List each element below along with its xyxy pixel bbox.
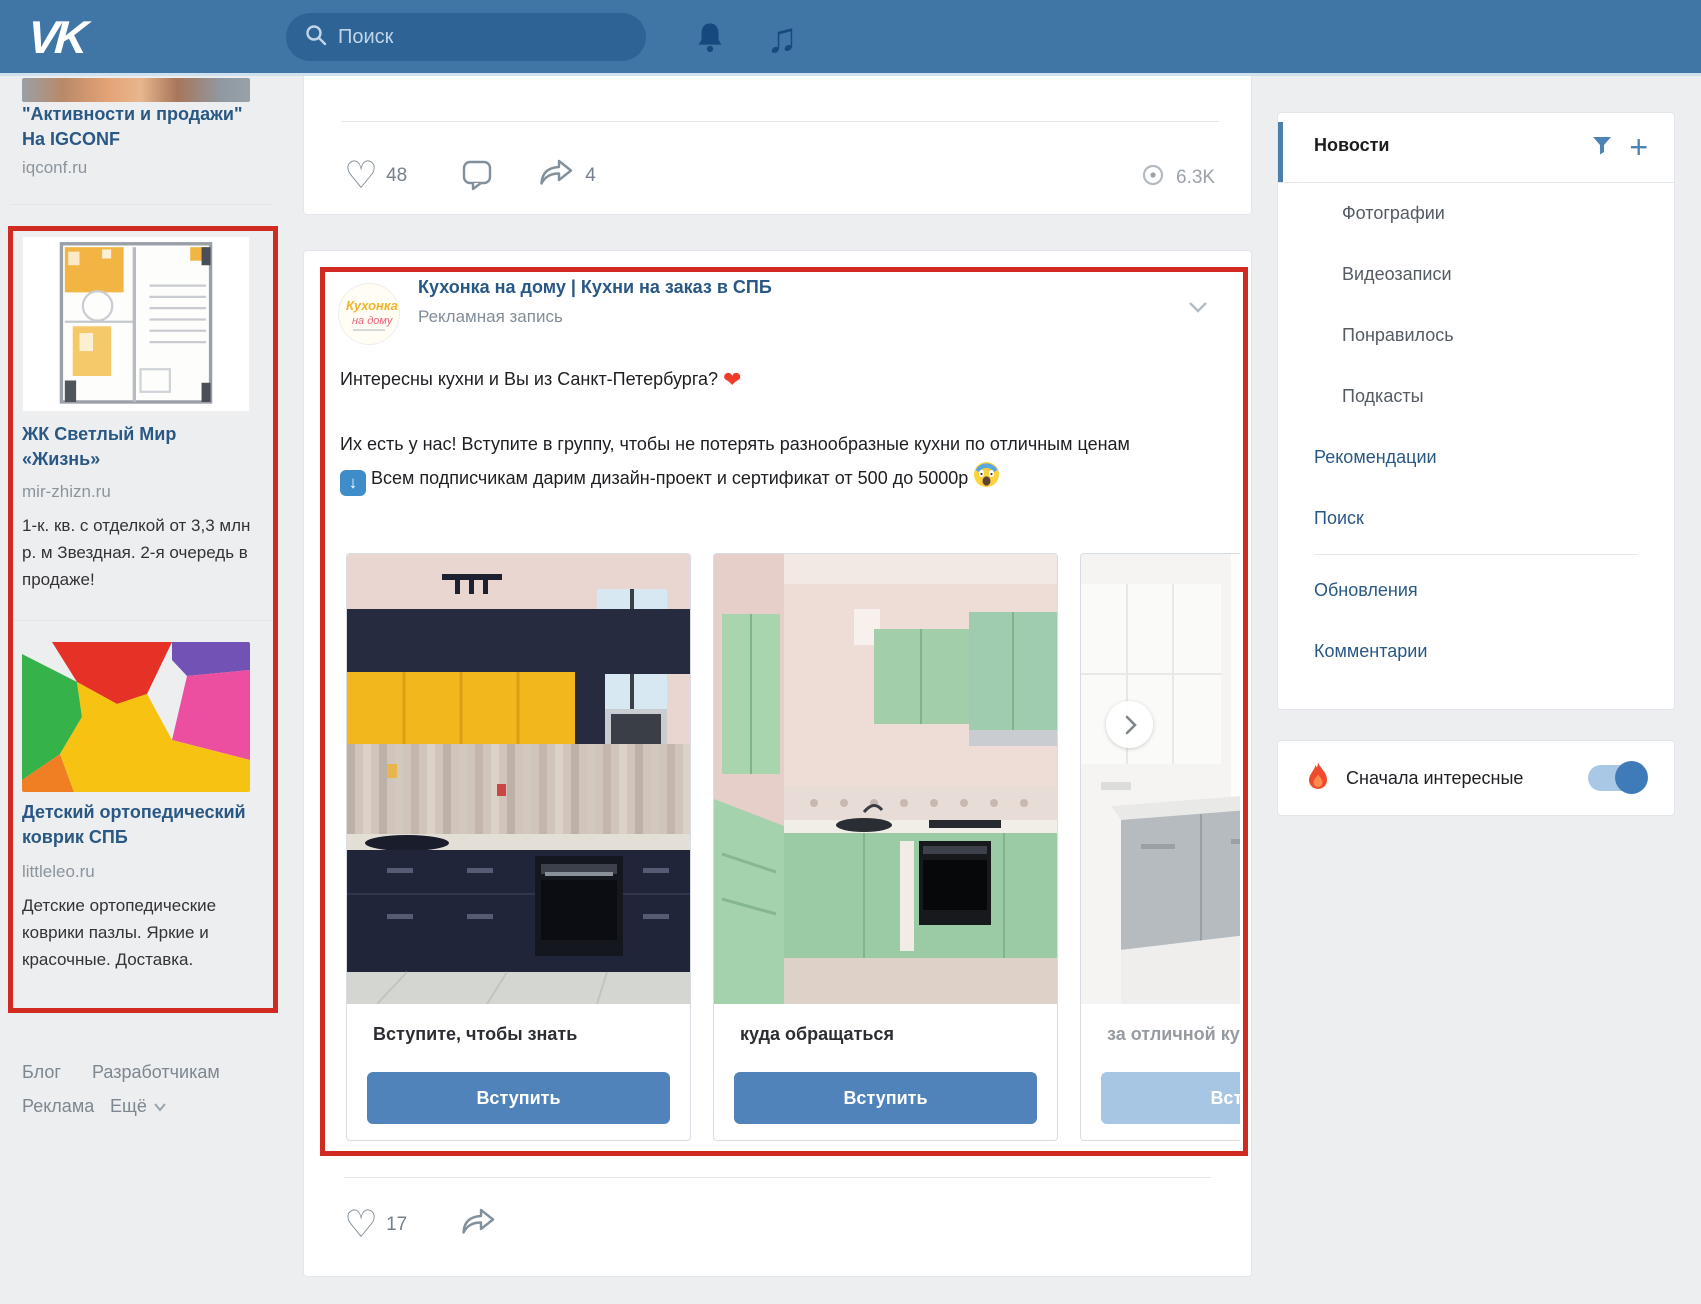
news-nav-list: Фотографии Видеозаписи Понравилось Подка…: [1278, 183, 1674, 682]
nav-item-photos[interactable]: Фотографии: [1278, 183, 1674, 244]
post-ad-label: Рекламная запись: [418, 307, 563, 327]
divider: [1314, 554, 1638, 555]
ad-title-line: коврик СПБ: [22, 825, 270, 850]
vk-logo[interactable]: VK: [26, 10, 86, 64]
ad-text: 1-к. кв. с отделкой от 3,3 млн р. м Звез…: [22, 512, 266, 593]
carousel-caption: за отличной кухней: [1107, 1024, 1240, 1045]
interesting-first-label: Сначала интересные: [1346, 768, 1523, 789]
nav-item-podcasts[interactable]: Подкасты: [1278, 366, 1674, 427]
ad-title-zhk[interactable]: ЖК Светлый Мир «Жизнь»: [22, 422, 270, 472]
red-heart-emoji: ❤: [723, 363, 741, 396]
like-icon[interactable]: ♡: [344, 1206, 378, 1244]
sponsored-post: Кухонка на дому Кухонка на дому | Кухни …: [303, 250, 1252, 1277]
filter-icon[interactable]: [1591, 134, 1613, 161]
comment-icon[interactable]: [459, 156, 495, 197]
ad-domain: mir-zhizn.ru: [22, 482, 111, 502]
toggle-knob: [1615, 761, 1648, 794]
join-button[interactable]: Вступить: [367, 1072, 670, 1124]
interesting-first-toggle[interactable]: [1588, 765, 1646, 791]
nav-item-search[interactable]: Поиск: [1278, 488, 1674, 549]
share-icon[interactable]: [537, 156, 577, 197]
svg-text:на дому: на дому: [352, 315, 394, 327]
carousel-caption: куда обращаться: [740, 1024, 1031, 1045]
news-nav-header: Новости +: [1278, 113, 1674, 183]
like-count: 17: [386, 1214, 407, 1236]
chevron-down-icon[interactable]: [152, 1098, 168, 1119]
ad-title-line: На IGCONF: [22, 127, 270, 152]
footer-link-ads[interactable]: Реклама: [22, 1096, 94, 1117]
join-button[interactable]: Вступить: [734, 1072, 1037, 1124]
ad-image-puzzle-mat[interactable]: [22, 642, 250, 792]
news-nav-card: Новости + Фотографии Видеозаписи Понрави…: [1277, 112, 1675, 710]
kitchen-photo-mint[interactable]: [714, 554, 1057, 1004]
down-arrow-emoji: ↓: [340, 470, 366, 496]
share-count: 4: [585, 165, 596, 187]
divider: [344, 1177, 1211, 1178]
post-text-line: Всем подписчикам дарим дизайн-проект и с…: [371, 468, 968, 488]
like-count: 48: [386, 165, 407, 187]
active-item-accent: [1278, 122, 1283, 182]
group-avatar[interactable]: Кухонка на дому: [338, 283, 400, 345]
search-bar[interactable]: [286, 13, 646, 61]
ad-title-line: «Жизнь»: [22, 447, 270, 472]
nav-item-news[interactable]: Новости: [1314, 135, 1389, 156]
svg-text:Кухонка: Кухонка: [346, 298, 398, 313]
post-text-line: Их есть у нас! Вступите в группу, чтобы …: [340, 434, 1130, 454]
views-icon: [1140, 162, 1166, 194]
screaming-face-emoji: [973, 461, 1000, 499]
search-input[interactable]: [338, 26, 608, 49]
ad-text: Детские ортопедические коврики пазлы. Яр…: [22, 892, 266, 973]
kitchen-photo-white[interactable]: [1081, 554, 1240, 1004]
feed-post-top: ♡ 48 4 6.3K: [303, 62, 1252, 215]
post-menu-chevron-icon[interactable]: [1184, 295, 1212, 324]
notifications-bell-icon[interactable]: [688, 16, 732, 60]
carousel-caption: Вступите, чтобы знать: [373, 1024, 664, 1045]
ad-title-igconf[interactable]: "Активности и продажи" На IGCONF: [22, 102, 270, 152]
vk-page: VK ♫ "Активности и продажи" На IGCONF iq…: [0, 0, 1701, 1304]
share-icon[interactable]: [459, 1205, 499, 1246]
carousel-card: за отличной кухней Вступить: [1080, 553, 1240, 1141]
top-bar: VK ♫: [0, 0, 1701, 76]
post-carousel: Вступите, чтобы знать Вступить: [304, 553, 1240, 1149]
divider: [10, 204, 272, 205]
music-icon[interactable]: ♫: [760, 16, 804, 60]
nav-item-videos[interactable]: Видеозаписи: [1278, 244, 1674, 305]
post-author[interactable]: Кухонка на дому | Кухни на заказ в СПБ: [418, 277, 772, 298]
like-icon[interactable]: ♡: [344, 157, 378, 195]
footer-link-more[interactable]: Ещё: [110, 1096, 147, 1117]
nav-item-recommendations[interactable]: Рекомендации: [1278, 427, 1674, 488]
search-icon: [304, 23, 328, 52]
carousel-card: куда обращаться Вступить: [713, 553, 1058, 1141]
nav-item-liked[interactable]: Понравилось: [1278, 305, 1674, 366]
nav-item-comments[interactable]: Комментарии: [1278, 621, 1674, 682]
ad-title-line: "Активности и продажи": [22, 102, 270, 127]
ad-domain: iqconf.ru: [22, 158, 87, 178]
ad-domain: littleleo.ru: [22, 862, 95, 882]
fire-icon: [1306, 762, 1330, 795]
ad-image-igconf[interactable]: [22, 78, 250, 102]
ad-title-line: ЖК Светлый Мир: [22, 422, 270, 447]
ad-title-mat[interactable]: Детский ортопедический коврик СПБ: [22, 800, 270, 850]
footer-link-developers[interactable]: Разработчикам: [92, 1062, 220, 1083]
join-button[interactable]: Вступить: [1101, 1072, 1240, 1124]
post-text: Интересны кухни и Вы из Санкт-Петербурга…: [340, 363, 1150, 499]
divider: [10, 620, 272, 621]
kitchen-photo-dark-yellow[interactable]: [347, 554, 690, 1004]
add-source-plus-icon[interactable]: +: [1629, 133, 1648, 161]
carousel-next-button[interactable]: [1106, 701, 1153, 748]
nav-item-updates[interactable]: Обновления: [1278, 560, 1674, 621]
ad-title-line: Детский ортопедический: [22, 800, 270, 825]
views-count: 6.3K: [1176, 167, 1215, 189]
footer-link-blog[interactable]: Блог: [22, 1062, 61, 1083]
divider: [342, 121, 1219, 122]
ad-image-floorplan[interactable]: [22, 236, 250, 412]
carousel-card: Вступите, чтобы знать Вступить: [346, 553, 691, 1141]
interesting-first-card: Сначала интересные: [1277, 740, 1675, 816]
post-text-line: Интересны кухни и Вы из Санкт-Петербурга…: [340, 369, 718, 389]
